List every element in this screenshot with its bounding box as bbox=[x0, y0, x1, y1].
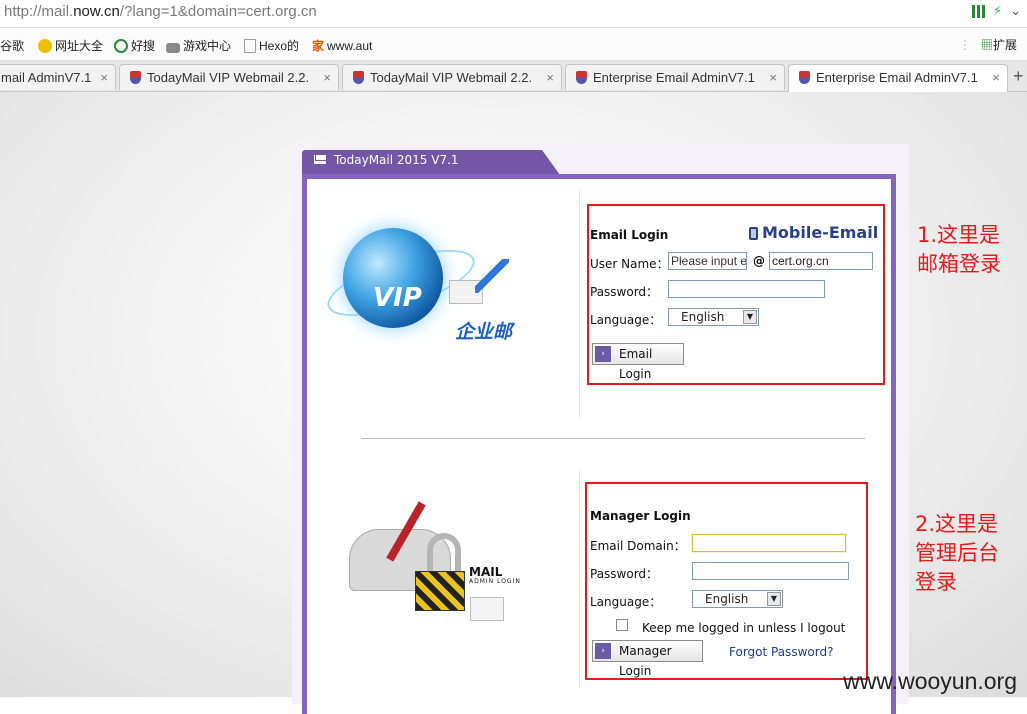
annotation-text: 2.这里是 bbox=[915, 512, 999, 536]
nav-icon bbox=[38, 39, 52, 53]
tab-1[interactable]: mail AdminV7.1 × bbox=[0, 64, 116, 90]
bookmark-nav[interactable]: 网址大全 bbox=[38, 37, 103, 54]
tab-label: Enterprise Email AdminV7.1 bbox=[593, 70, 755, 85]
bookmark-hexo[interactable]: Hexo的 bbox=[244, 37, 299, 54]
annotation-box-manager-login bbox=[585, 482, 868, 680]
vip-logo-text: VIP bbox=[373, 283, 422, 313]
tab-strip: mail AdminV7.1 × TodayMail VIP Webmail 2.… bbox=[0, 61, 1027, 92]
admin-logo-subtitle: ADMIN LOGIN bbox=[469, 578, 521, 585]
bookmark-google[interactable]: 谷歌 bbox=[0, 37, 24, 54]
page-content: TodayMail 2015 V7.1 VIP 企业邮 Email Login … bbox=[0, 92, 1027, 714]
envelope-icon bbox=[314, 155, 326, 164]
url-domain: now.cn bbox=[73, 3, 120, 20]
tab-label: TodayMail VIP Webmail 2.2. bbox=[147, 70, 310, 85]
annotation-text: 管理后台 bbox=[915, 541, 999, 565]
tab-5-active[interactable]: Enterprise Email AdminV7.1 × bbox=[788, 64, 1008, 92]
extensions-label: 扩展 bbox=[992, 38, 1017, 52]
bookmark-label: Hexo的 bbox=[259, 39, 300, 53]
home-icon: 家 bbox=[312, 39, 325, 53]
shield-icon bbox=[353, 71, 364, 84]
envelope-icon bbox=[470, 597, 504, 621]
watermark: www.wooyun.org bbox=[843, 668, 1017, 694]
annotation-box-email-login bbox=[587, 204, 885, 385]
chevron-down-icon[interactable]: ⌄ bbox=[1010, 4, 1021, 19]
tab-2[interactable]: TodayMail VIP Webmail 2.2. × bbox=[119, 64, 339, 90]
new-tab-button[interactable]: + bbox=[1013, 66, 1024, 87]
vip-globe-image bbox=[343, 228, 443, 328]
lightning-icon[interactable]: ⚡ bbox=[993, 4, 1002, 19]
url-text[interactable]: http://mail.now.cn/?lang=1&domain=cert.o… bbox=[4, 3, 317, 20]
close-icon[interactable]: × bbox=[323, 65, 331, 90]
divider bbox=[579, 189, 580, 419]
annotation-text: 邮箱登录 bbox=[917, 252, 1001, 276]
tab-label: TodayMail VIP Webmail 2.2. bbox=[370, 70, 533, 85]
address-bar[interactable]: http://mail.now.cn/?lang=1&domain=cert.o… bbox=[0, 0, 1027, 28]
enterprise-mail-logo: 企业邮 bbox=[455, 321, 513, 343]
puzzle-icon: ▦ bbox=[980, 38, 993, 52]
bookmark-label: 游戏中心 bbox=[183, 39, 232, 53]
url-suffix: /?lang=1&domain=cert.org.cn bbox=[119, 3, 317, 20]
padlock-icon bbox=[415, 571, 465, 611]
tab-label: mail AdminV7.1 bbox=[1, 70, 92, 85]
close-icon[interactable]: × bbox=[992, 65, 1000, 90]
divider bbox=[361, 438, 865, 439]
bookmark-haosou[interactable]: 好搜 bbox=[114, 37, 155, 54]
close-icon[interactable]: × bbox=[100, 65, 108, 90]
annotation-note-2: 2.这里是 管理后台 登录 bbox=[915, 510, 999, 597]
bookmark-games[interactable]: 游戏中心 bbox=[166, 37, 231, 54]
gamepad-icon bbox=[166, 43, 180, 53]
annotation-text: 登录 bbox=[915, 570, 957, 594]
close-icon[interactable]: × bbox=[769, 65, 777, 90]
qr-code-icon[interactable] bbox=[971, 5, 985, 18]
tab-label: Enterprise Email AdminV7.1 bbox=[816, 70, 978, 85]
bookmarks-bar: 谷歌 网址大全 好搜 游戏中心 Hexo的 家 www.aut ⋮ ▦扩展 bbox=[0, 28, 1027, 61]
shield-icon bbox=[576, 71, 587, 84]
tab-4[interactable]: Enterprise Email AdminV7.1 × bbox=[565, 64, 785, 90]
search-icon bbox=[114, 39, 128, 53]
more-icon[interactable]: ⋮ bbox=[959, 38, 971, 52]
page-icon bbox=[244, 39, 256, 53]
shield-icon bbox=[130, 71, 141, 84]
admin-logo-title: MAIL bbox=[469, 565, 503, 579]
bookmark-aut[interactable]: 家 www.aut bbox=[312, 37, 372, 54]
bookmark-label: 谷歌 bbox=[0, 39, 25, 53]
padlock-shackle bbox=[427, 533, 461, 573]
bookmark-label: 网址大全 bbox=[55, 39, 104, 53]
panel-title: TodayMail 2015 V7.1 bbox=[334, 153, 459, 167]
lightning-icon bbox=[475, 259, 509, 293]
extensions-button[interactable]: ⋮ ▦扩展 bbox=[959, 36, 1017, 53]
close-icon[interactable]: × bbox=[546, 65, 554, 90]
bookmark-label: 好搜 bbox=[131, 39, 156, 53]
shield-icon bbox=[799, 71, 810, 84]
annotation-note-1: 1.这里是 邮箱登录 bbox=[917, 221, 1001, 279]
tab-3[interactable]: TodayMail VIP Webmail 2.2. × bbox=[342, 64, 562, 90]
url-prefix: http://mail. bbox=[4, 3, 74, 20]
annotation-text: 1.这里是 bbox=[917, 223, 1001, 247]
bookmark-label: www.aut bbox=[327, 39, 373, 53]
divider bbox=[579, 469, 580, 689]
